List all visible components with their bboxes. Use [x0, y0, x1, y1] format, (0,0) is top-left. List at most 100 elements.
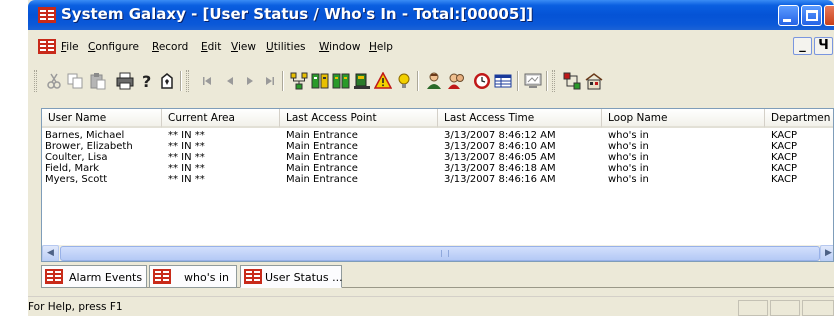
app-logo-icon — [244, 269, 262, 284]
cell-last-access-time: 3/13/2007 8:46:05 AM — [444, 152, 556, 163]
first-record-icon[interactable] — [198, 72, 216, 90]
mdi-minimize-button[interactable]: _ — [793, 37, 812, 55]
status-bar: For Help, press F1 — [28, 296, 834, 316]
minimize-icon — [783, 19, 791, 22]
door-control-icon[interactable] — [563, 72, 581, 90]
clock-icon[interactable] — [473, 72, 491, 90]
tab-alarm-events[interactable]: Alarm Events — [41, 265, 147, 288]
menu-record[interactable]: Record — [152, 41, 188, 53]
status-panel — [802, 300, 834, 316]
monitor-icon[interactable] — [524, 72, 542, 90]
copy-icon[interactable] — [66, 72, 84, 90]
scrollbar-thumb[interactable] — [60, 246, 820, 261]
menu-configure[interactable]: Configure — [88, 41, 139, 53]
column-header-current-area[interactable]: Current Area — [162, 109, 280, 128]
cut-icon[interactable] — [45, 72, 63, 90]
about-icon[interactable] — [158, 72, 176, 90]
column-header-last-access-time[interactable]: Last Access Time — [438, 109, 602, 128]
cell-user-name: Field, Mark — [45, 163, 100, 174]
cell-loop-name: who's in — [608, 130, 649, 141]
table-row[interactable]: Field, Mark ** IN ** Main Entrance 3/13/… — [42, 163, 833, 174]
tab-user-status[interactable]: User Status ... — [240, 265, 343, 288]
hardware-tree-icon[interactable] — [290, 72, 308, 90]
loop-status-icon[interactable] — [311, 72, 329, 90]
menu-utilities[interactable]: Utilities — [266, 41, 306, 53]
toolbar-separator — [546, 71, 548, 91]
toolbar-grip[interactable] — [552, 70, 555, 92]
toolbar-separator — [180, 71, 182, 91]
next-record-icon[interactable] — [241, 72, 259, 90]
cell-user-name: Coulter, Lisa — [45, 152, 108, 163]
building-icon[interactable] — [585, 72, 603, 90]
menu-help[interactable]: Help — [369, 41, 393, 53]
badge-icon[interactable] — [447, 72, 465, 90]
main-window: System Galaxy - [User Status / Who's In … — [28, 0, 834, 316]
scroll-right-button[interactable]: ▶ — [820, 245, 833, 261]
cell-current-area: ** IN ** — [168, 163, 205, 174]
status-panel — [770, 300, 800, 316]
cell-department: KACP — [771, 130, 798, 141]
previous-record-icon[interactable] — [221, 72, 239, 90]
help-icon[interactable]: ? — [138, 72, 156, 90]
menu-edit[interactable]: Edit — [201, 41, 221, 53]
mdi-restore-button[interactable]: Ч — [814, 37, 833, 55]
horizontal-scrollbar[interactable]: ◀ ▶ — [42, 245, 833, 261]
cell-loop-name: who's in — [608, 174, 649, 185]
maximize-button[interactable] — [801, 5, 822, 26]
toolbar-grip[interactable] — [34, 70, 37, 92]
cell-user-name: Barnes, Michael — [45, 130, 125, 141]
paste-icon[interactable] — [89, 72, 107, 90]
document-system-menu-icon[interactable] — [38, 39, 56, 54]
cell-user-name: Myers, Scott — [45, 174, 108, 185]
column-header-last-access-point[interactable]: Last Access Point — [280, 109, 438, 128]
cell-last-access-time: 3/13/2007 8:46:12 AM — [444, 130, 556, 141]
column-header-user-name[interactable]: User Name — [42, 109, 162, 128]
grid-icon[interactable] — [494, 72, 512, 90]
cell-last-access-time: 3/13/2007 8:46:10 AM — [444, 141, 556, 152]
cell-loop-name: who's in — [608, 141, 649, 152]
alarm-icon[interactable] — [353, 72, 371, 90]
cardholder-icon[interactable] — [425, 72, 443, 90]
menu-window[interactable]: Window — [319, 41, 360, 53]
print-icon[interactable] — [116, 72, 134, 90]
cell-last-access-point: Main Entrance — [286, 152, 358, 163]
toolbar-separator — [517, 71, 519, 91]
cell-last-access-point: Main Entrance — [286, 141, 358, 152]
cell-current-area: ** IN ** — [168, 174, 205, 185]
window-title: System Galaxy - [User Status / Who's In … — [61, 5, 534, 23]
event-icon[interactable] — [395, 72, 413, 90]
cell-last-access-time: 3/13/2007 8:46:18 AM — [444, 163, 556, 174]
toolbar-separator — [282, 71, 284, 91]
warning-icon[interactable] — [374, 72, 392, 90]
cell-department: KACP — [771, 141, 798, 152]
close-button[interactable] — [824, 5, 834, 26]
cell-user-name: Brower, Elizabeth — [45, 141, 133, 152]
column-header-department[interactable]: Departmen — [765, 109, 833, 128]
status-panel — [738, 300, 768, 316]
minimize-button[interactable] — [778, 5, 799, 26]
column-header-loop-name[interactable]: Loop Name — [602, 109, 765, 128]
tab-label: User Status ... — [265, 271, 343, 284]
title-bar[interactable]: System Galaxy - [User Status / Who's In … — [28, 0, 834, 30]
cell-current-area: ** IN ** — [168, 130, 205, 141]
menu-file[interactable]: File — [61, 41, 79, 53]
tab-label: Alarm Events — [69, 271, 143, 284]
table-row[interactable]: Brower, Elizabeth ** IN ** Main Entrance… — [42, 141, 833, 152]
scroll-left-button[interactable]: ◀ — [42, 245, 59, 261]
cell-department: KACP — [771, 163, 798, 174]
table-row[interactable]: Myers, Scott ** IN ** Main Entrance 3/13… — [42, 174, 833, 185]
loop-config-icon[interactable] — [332, 72, 350, 90]
table-row[interactable]: Coulter, Lisa ** IN ** Main Entrance 3/1… — [42, 152, 833, 163]
cell-department: KACP — [771, 174, 798, 185]
cell-current-area: ** IN ** — [168, 152, 205, 163]
table-row[interactable]: Barnes, Michael ** IN ** Main Entrance 3… — [42, 130, 833, 141]
menu-view[interactable]: View — [231, 41, 256, 53]
cell-loop-name: who's in — [608, 152, 649, 163]
tab-label: who's in — [184, 271, 229, 284]
user-status-list[interactable]: User Name Current Area Last Access Point… — [41, 108, 834, 262]
cell-current-area: ** IN ** — [168, 141, 205, 152]
tab-whos-in[interactable]: who's in — [149, 265, 237, 288]
toolbar-grip[interactable] — [186, 70, 189, 92]
app-logo-icon[interactable] — [38, 7, 56, 23]
last-record-icon[interactable] — [261, 72, 279, 90]
